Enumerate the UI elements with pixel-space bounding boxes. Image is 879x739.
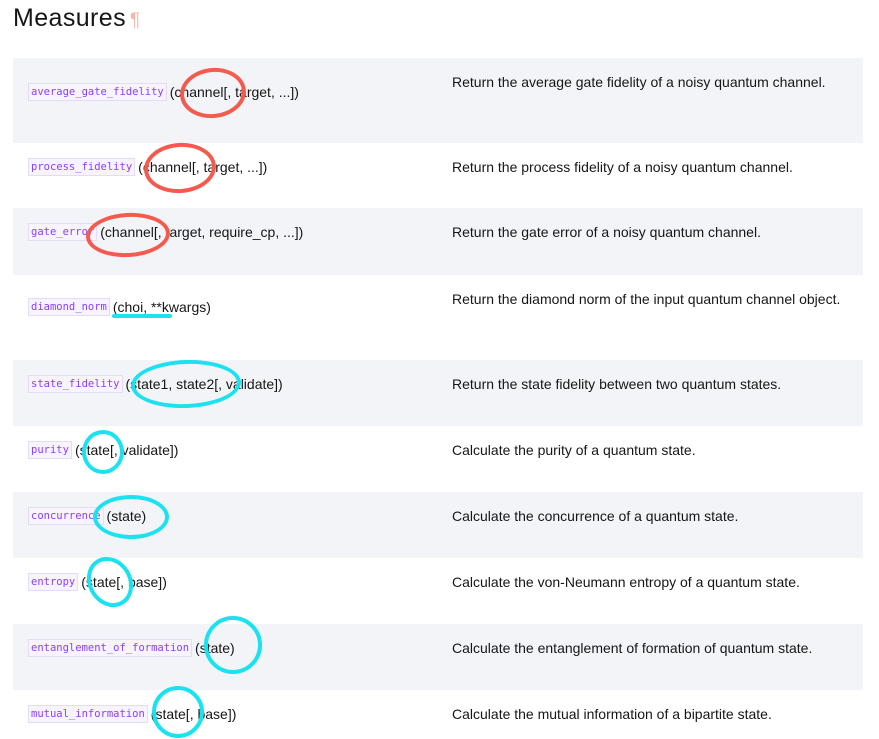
signature-text: (state[, base]) xyxy=(81,574,167,590)
function-signature: concurrence (state) xyxy=(28,506,146,526)
table-row: average_gate_fidelity (channel[, target,… xyxy=(13,58,863,143)
function-link[interactable]: average_gate_fidelity xyxy=(28,83,167,101)
function-description: Calculate the mutual information of a bi… xyxy=(452,706,772,722)
function-link[interactable]: state_fidelity xyxy=(28,375,123,393)
section-title: Measures xyxy=(13,4,126,32)
signature-text: (state[, validate]) xyxy=(74,442,179,458)
function-description: Calculate the purity of a quantum state. xyxy=(452,442,696,458)
function-description: Calculate the concurrence of a quantum s… xyxy=(452,508,739,524)
anchor-link-icon[interactable]: ¶ xyxy=(130,10,140,32)
cyan-underline-annotation xyxy=(112,314,172,318)
table-row: entropy (state[, base]) Calculate the vo… xyxy=(13,558,863,624)
signature-text: (state1, state2[, validate]) xyxy=(125,376,283,392)
function-link[interactable]: entanglement_of_formation xyxy=(28,639,193,657)
table-row: entanglement_of_formation (state) Calcul… xyxy=(13,624,863,690)
function-description: Return the gate error of a noisy quantum… xyxy=(452,224,761,240)
function-signature: gate_error (channel[, target, require_cp… xyxy=(28,222,303,242)
section-heading: Measures ¶ xyxy=(13,4,140,40)
function-signature: process_fidelity (channel[, target, ...]… xyxy=(28,157,267,177)
table-row: mutual_information (state[, base]) Calcu… xyxy=(13,690,863,739)
function-link[interactable]: concurrence xyxy=(28,507,104,525)
function-signature: entanglement_of_formation (state) xyxy=(28,638,235,658)
function-link[interactable]: process_fidelity xyxy=(28,158,136,176)
table-row: gate_error (channel[, target, require_cp… xyxy=(13,208,863,275)
function-link[interactable]: purity xyxy=(28,441,72,459)
table-row: purity (state[, validate]) Calculate the… xyxy=(13,426,863,492)
signature-text: (choi, **kwargs) xyxy=(112,299,211,315)
function-description: Calculate the von-Neumann entropy of a q… xyxy=(452,574,800,590)
function-signature: mutual_information (state[, base]) xyxy=(28,704,236,724)
measures-table: average_gate_fidelity (channel[, target,… xyxy=(13,58,863,739)
function-signature: state_fidelity (state1, state2[, validat… xyxy=(28,374,283,394)
function-signature: entropy (state[, base]) xyxy=(28,572,167,592)
function-description: Return the state fidelity between two qu… xyxy=(452,376,782,392)
function-link[interactable]: diamond_norm xyxy=(28,298,110,316)
signature-text: (channel[, target, require_cp, ...]) xyxy=(100,224,304,240)
signature-text: (channel[, target, ...]) xyxy=(169,84,299,100)
function-link[interactable]: entropy xyxy=(28,573,79,591)
table-row: process_fidelity (channel[, target, ...]… xyxy=(13,143,863,208)
signature-text: (channel[, target, ...]) xyxy=(138,159,268,175)
signature-text: (state[, base]) xyxy=(150,706,237,722)
function-description: Return the average gate fidelity of a no… xyxy=(452,74,826,90)
docs-page: Measures ¶ average_gate_fidelity (channe… xyxy=(0,0,879,739)
function-description: Calculate the entanglement of formation … xyxy=(452,640,813,656)
signature-text: (state) xyxy=(106,508,147,524)
signature-text: (state) xyxy=(195,640,235,656)
table-row: concurrence (state) Calculate the concur… xyxy=(13,492,863,558)
function-signature: average_gate_fidelity (channel[, target,… xyxy=(28,82,299,102)
table-row: state_fidelity (state1, state2[, validat… xyxy=(13,360,863,426)
function-description: Return the process fidelity of a noisy q… xyxy=(452,159,793,175)
function-signature: purity (state[, validate]) xyxy=(28,440,178,460)
function-description: Return the diamond norm of the input qua… xyxy=(452,291,841,307)
function-link[interactable]: gate_error xyxy=(28,223,98,241)
function-link[interactable]: mutual_information xyxy=(28,705,148,723)
